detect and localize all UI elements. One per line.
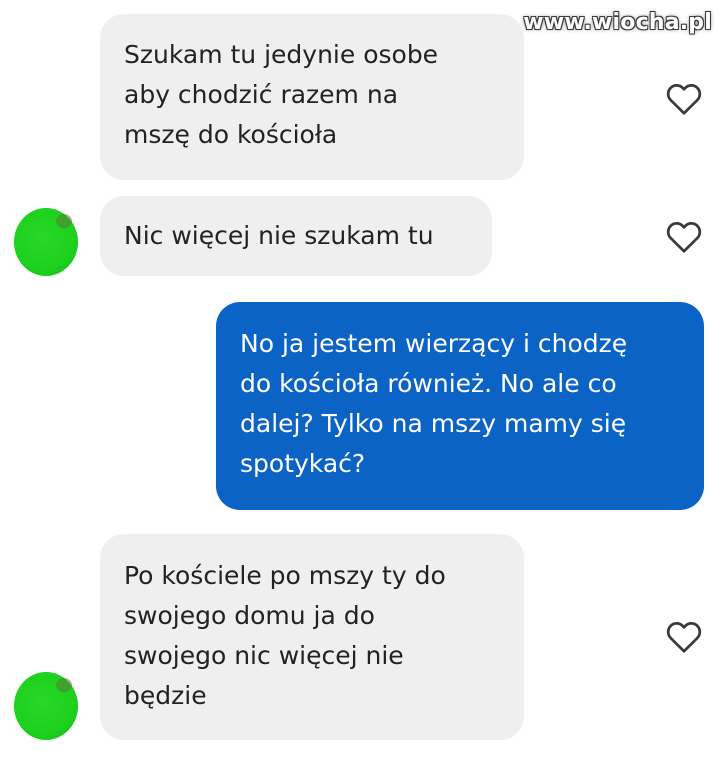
contact-avatar[interactable] xyxy=(14,672,78,740)
heart-outline-icon[interactable] xyxy=(666,220,702,254)
message-bubble-received[interactable]: Nic więcej nie szukam tu xyxy=(100,196,492,276)
message-bubble-sent[interactable]: No ja jestem wierzący i chodzę do kościo… xyxy=(216,302,704,510)
heart-outline-icon[interactable] xyxy=(666,620,702,654)
message-bubble-received[interactable]: Szukam tu jedynie osobe aby chodzić raze… xyxy=(100,14,524,180)
heart-outline-icon[interactable] xyxy=(666,82,702,116)
message-bubble-received[interactable]: Po kościele po mszy ty do swojego domu j… xyxy=(100,534,524,740)
watermark: www.wiocha.pl xyxy=(523,10,712,35)
contact-avatar[interactable] xyxy=(14,208,78,276)
